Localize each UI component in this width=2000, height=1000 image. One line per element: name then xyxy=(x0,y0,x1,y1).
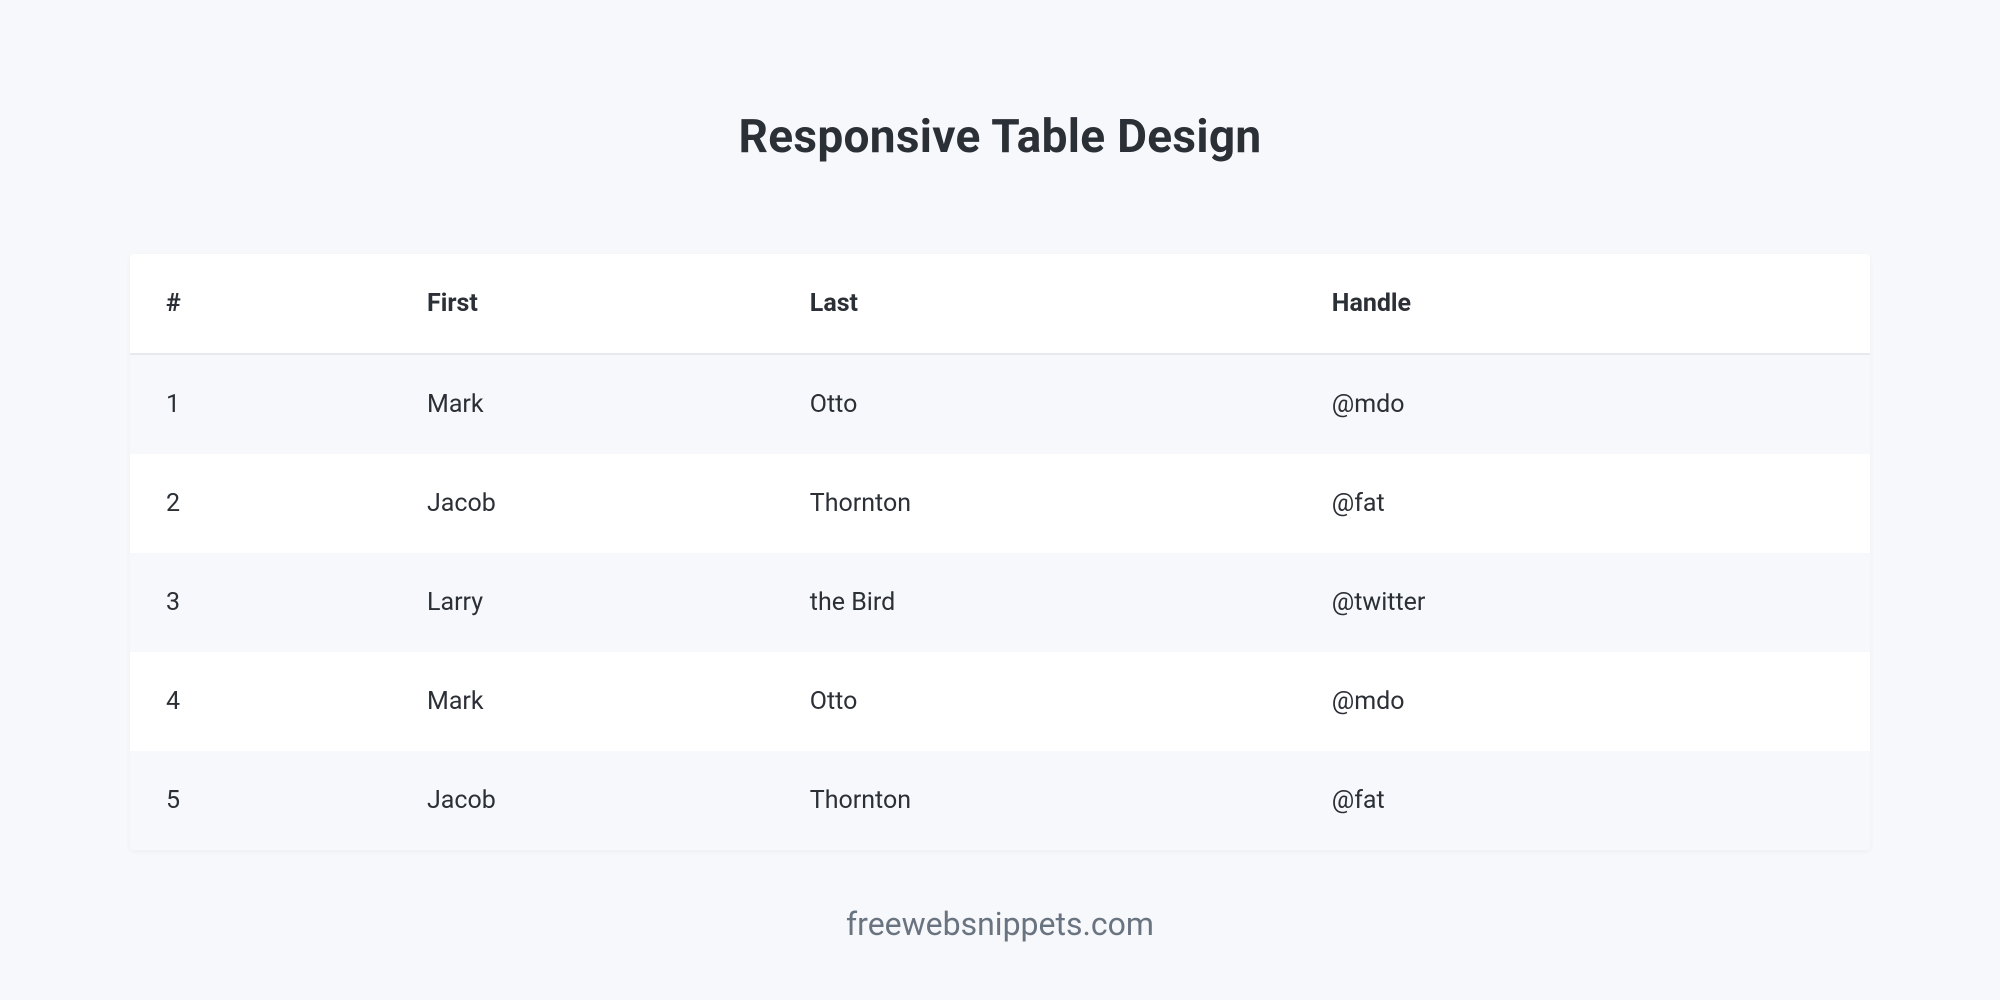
cell-last: Otto xyxy=(774,354,1296,454)
cell-first: Mark xyxy=(391,354,774,454)
cell-first: Jacob xyxy=(391,751,774,850)
cell-last: Thornton xyxy=(774,751,1296,850)
table-container: # First Last Handle 1 Mark Otto @mdo 2 J… xyxy=(130,254,1870,850)
col-header-first: First xyxy=(391,254,774,354)
cell-last: the Bird xyxy=(774,553,1296,652)
page-title: Responsive Table Design xyxy=(130,110,1870,164)
col-header-handle: Handle xyxy=(1296,254,1870,354)
table-row: 5 Jacob Thornton @fat xyxy=(130,751,1870,850)
cell-id: 3 xyxy=(130,553,391,652)
cell-first: Larry xyxy=(391,553,774,652)
cell-first: Mark xyxy=(391,652,774,751)
table-row: 4 Mark Otto @mdo xyxy=(130,652,1870,751)
table-header-row: # First Last Handle xyxy=(130,254,1870,354)
cell-id: 4 xyxy=(130,652,391,751)
table-row: 3 Larry the Bird @twitter xyxy=(130,553,1870,652)
cell-first: Jacob xyxy=(391,454,774,553)
col-header-id: # xyxy=(130,254,391,354)
footer-credit: freewebsnippets.com xyxy=(130,905,1870,943)
cell-last: Thornton xyxy=(774,454,1296,553)
cell-id: 1 xyxy=(130,354,391,454)
cell-id: 5 xyxy=(130,751,391,850)
cell-handle: @fat xyxy=(1296,751,1870,850)
cell-handle: @fat xyxy=(1296,454,1870,553)
cell-handle: @mdo xyxy=(1296,652,1870,751)
table-row: 1 Mark Otto @mdo xyxy=(130,354,1870,454)
col-header-last: Last xyxy=(774,254,1296,354)
data-table: # First Last Handle 1 Mark Otto @mdo 2 J… xyxy=(130,254,1870,850)
cell-handle: @twitter xyxy=(1296,553,1870,652)
cell-last: Otto xyxy=(774,652,1296,751)
table-row: 2 Jacob Thornton @fat xyxy=(130,454,1870,553)
cell-handle: @mdo xyxy=(1296,354,1870,454)
cell-id: 2 xyxy=(130,454,391,553)
